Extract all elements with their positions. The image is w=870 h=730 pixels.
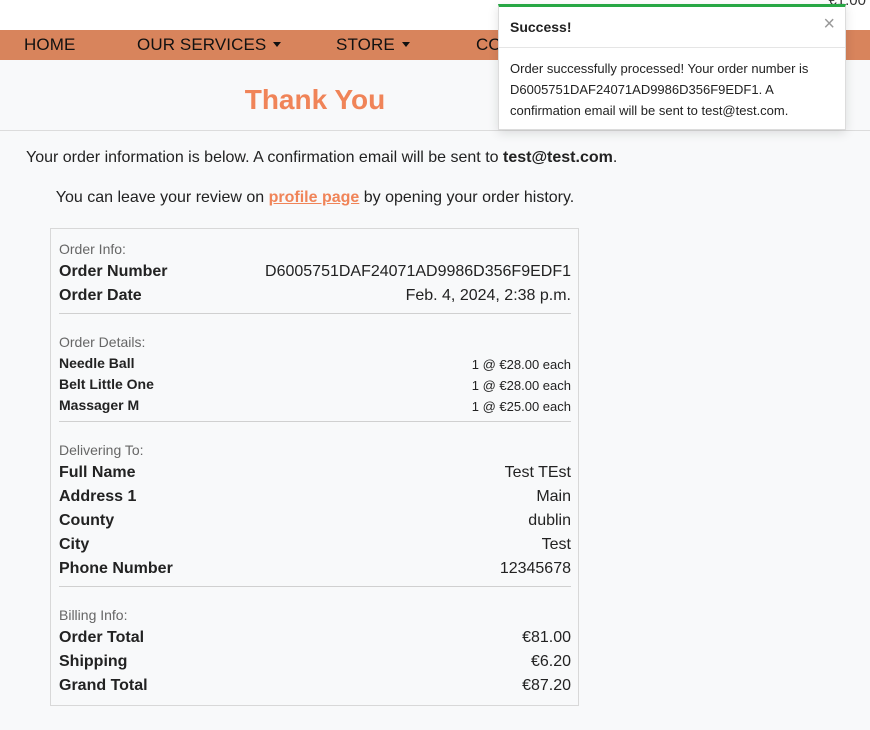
profile-page-link[interactable]: profile page [269, 189, 360, 206]
section-divider [59, 313, 571, 314]
success-toast: Success! × Order successfully processed!… [498, 4, 846, 130]
caret-down-icon [401, 42, 410, 47]
delivery-row: Full Name Test TEst [59, 464, 571, 486]
billing-key: Order Total [59, 629, 145, 646]
billing-key: Shipping [59, 653, 128, 670]
delivery-row: County dublin [59, 512, 571, 534]
delivery-key: Phone Number [59, 560, 173, 577]
delivering-to-label: Delivering To: [59, 442, 144, 458]
order-item-row: Belt Little One 1 @ €28.00 each [59, 376, 571, 398]
review-text: You can leave your review on profile pag… [0, 189, 630, 207]
billing-key: Grand Total [59, 677, 148, 694]
delivery-row: Phone Number 12345678 [59, 560, 571, 582]
delivery-value: Test TEst [504, 464, 571, 481]
nav-our-services[interactable]: OUR SERVICES [137, 30, 282, 60]
order-item-row: Needle Ball 1 @ €28.00 each [59, 355, 571, 377]
item-qty: 1 @ €28.00 each [471, 378, 571, 393]
order-info-label: Order Info: [59, 241, 126, 257]
delivery-row: City Test [59, 536, 571, 558]
nav-store[interactable]: STORE [336, 30, 410, 60]
billing-row: Shipping €6.20 [59, 653, 571, 675]
item-qty: 1 @ €25.00 each [471, 399, 571, 414]
delivery-value: Main [536, 488, 571, 505]
review-pre: You can leave your review on [55, 189, 269, 206]
toast-header: Success! × [499, 7, 845, 48]
title-divider [0, 130, 870, 131]
delivery-row: Address 1 Main [59, 488, 571, 510]
toast-title: Success! [510, 19, 572, 35]
item-name: Belt Little One [59, 376, 154, 392]
order-info-text: Your order information is below. A confi… [26, 149, 617, 167]
order-date-value: Feb. 4, 2024, 2:38 p.m. [405, 287, 571, 304]
billing-info-label: Billing Info: [59, 607, 128, 623]
order-number-value: D6005751DAF24071AD9986D356F9EDF1 [265, 263, 571, 280]
delivery-value: 12345678 [499, 560, 571, 577]
order-date-label: Order Date [59, 287, 142, 304]
billing-value: €6.20 [530, 653, 571, 670]
info-end: . [612, 149, 618, 166]
caret-down-icon [273, 42, 282, 47]
billing-row: Grand Total €87.20 [59, 677, 571, 699]
section-divider [59, 586, 571, 587]
order-details-label: Order Details: [59, 334, 146, 350]
section-divider [59, 421, 571, 422]
info-text: Your order information is below. A confi… [26, 149, 503, 166]
delivery-key: County [59, 512, 115, 529]
toast-message: Order successfully processed! Your order… [510, 61, 809, 118]
item-name: Massager M [59, 397, 140, 413]
delivery-value: Test [541, 536, 571, 553]
nav-home-label: HOME [24, 35, 76, 54]
item-qty: 1 @ €28.00 each [471, 357, 571, 372]
order-number-label: Order Number [59, 263, 168, 280]
info-email: test@test.com [502, 149, 613, 166]
order-summary: Order Info: Order Number D6005751DAF2407… [50, 228, 579, 706]
delivery-key: Address 1 [59, 488, 137, 505]
billing-row: Order Total €81.00 [59, 629, 571, 651]
nav-store-label: STORE [336, 35, 395, 54]
billing-value: €81.00 [522, 629, 571, 646]
delivery-value: dublin [528, 512, 571, 529]
review-post: by opening your order history. [359, 189, 575, 206]
order-item-row: Massager M 1 @ €25.00 each [59, 397, 571, 419]
close-icon[interactable]: × [823, 13, 835, 36]
item-name: Needle Ball [59, 355, 135, 371]
billing-value: €87.20 [522, 677, 571, 694]
delivery-key: Full Name [59, 464, 136, 481]
order-number-row: Order Number D6005751DAF24071AD9986D356F… [59, 263, 571, 285]
order-date-row: Order Date Feb. 4, 2024, 2:38 p.m. [59, 287, 571, 309]
nav-home[interactable]: HOME [24, 30, 75, 60]
nav-our-services-label: OUR SERVICES [137, 35, 267, 54]
delivery-key: City [59, 536, 90, 553]
